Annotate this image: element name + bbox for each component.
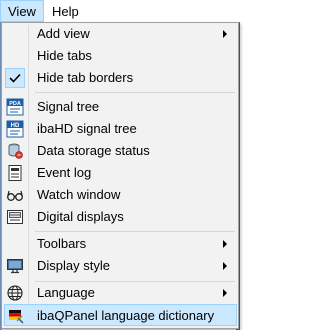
globe-icon — [6, 284, 24, 302]
menu-item-language-dictionary[interactable]: ibaQPanel language dictionary — [4, 304, 237, 326]
submenu-arrow-icon — [223, 262, 227, 270]
menu-item-label: Display style — [37, 258, 110, 273]
submenu-arrow-icon — [223, 30, 227, 38]
menu-item-label: Signal tree — [37, 99, 100, 114]
svg-text:HD: HD — [11, 123, 20, 129]
submenu-arrow-icon — [223, 240, 227, 248]
menu-item-signal-tree[interactable]: PDA Signal tree — [4, 96, 237, 118]
menu-item-label: Hide tabs — [37, 48, 92, 63]
menu-item-label: Data storage status — [37, 143, 150, 158]
menu-item-label: Watch window — [37, 187, 121, 202]
menu-separator — [35, 231, 235, 232]
menu-item-data-storage-status[interactable]: Data storage status — [4, 140, 237, 162]
data-storage-icon — [6, 142, 24, 160]
menu-item-hide-tabs[interactable]: Hide tabs — [4, 45, 237, 67]
menu-item-ibahd-signal-tree[interactable]: HD ibaHD signal tree — [4, 118, 237, 140]
menu-item-add-view[interactable]: Add view — [4, 23, 237, 45]
menu-view[interactable]: View — [0, 0, 44, 22]
menu-item-label: ibaHD signal tree — [37, 121, 137, 136]
view-dropdown-menu: Add view Hide tabs Hide tab borders PDA … — [1, 22, 239, 329]
menu-item-display-style[interactable]: Display style — [4, 255, 237, 277]
menu-help[interactable]: Help — [44, 0, 87, 22]
menu-item-language[interactable]: Language — [4, 282, 237, 304]
german-flag-dictionary-icon — [7, 307, 25, 325]
menu-separator — [35, 92, 235, 93]
app-window: View Help Add view Hide tabs Hide tab bo… — [0, 0, 240, 330]
menu-item-label: ibaQPanel language dictionary — [37, 308, 215, 323]
checkmark-icon — [5, 68, 25, 88]
hd-signal-tree-icon: HD — [6, 120, 24, 138]
menu-item-digital-displays[interactable]: Digital displays — [4, 206, 237, 228]
digital-display-icon — [6, 208, 24, 226]
menu-item-label: Add view — [37, 26, 90, 41]
glasses-icon — [6, 186, 24, 204]
signal-tree-icon: PDA — [6, 98, 24, 116]
menu-item-label: Toolbars — [37, 236, 87, 251]
monitor-icon — [6, 257, 24, 275]
menu-item-event-log[interactable]: Event log — [4, 162, 237, 184]
menu-item-label: Language — [37, 285, 95, 300]
menu-item-label: Event log — [37, 165, 92, 180]
menu-item-watch-window[interactable]: Watch window — [4, 184, 237, 206]
menu-item-hide-tab-borders[interactable]: Hide tab borders — [4, 67, 237, 89]
submenu-arrow-icon — [223, 289, 227, 297]
menu-item-label: Digital displays — [37, 209, 124, 224]
event-log-icon — [6, 164, 24, 182]
svg-text:PDA: PDA — [9, 101, 21, 107]
menu-item-label: Hide tab borders — [37, 70, 134, 85]
menu-item-toolbars[interactable]: Toolbars — [4, 233, 237, 255]
menu-bar: View Help — [0, 0, 240, 22]
